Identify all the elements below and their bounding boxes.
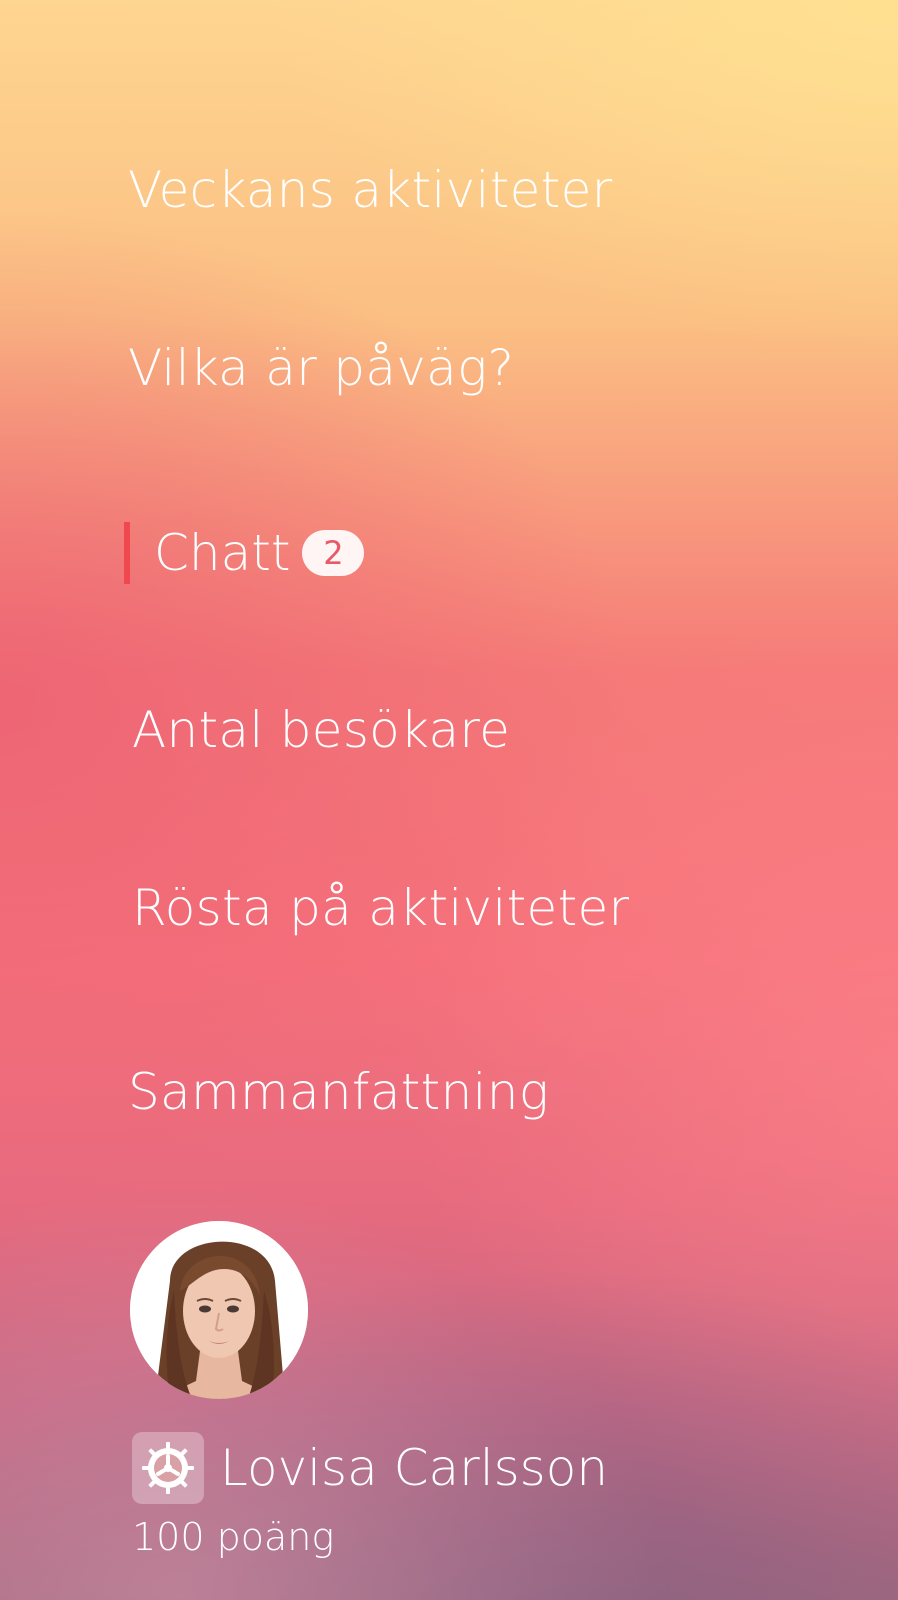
gear-icon [142,1442,194,1494]
profile-row: Lovisa Carlsson [132,1432,608,1504]
menu-item-veckans-aktiviteter[interactable]: Veckans aktiviteter [128,160,612,220]
menu-item-vilka-ar-pavag[interactable]: Vilka är påväg? [128,338,514,398]
avatar[interactable] [130,1221,308,1399]
user-points: 100 poäng [132,1515,335,1559]
menu-item-chatt[interactable]: Chatt 2 [124,522,365,584]
menu-item-chatt-label: Chatt [154,524,291,582]
menu-item-rosta-pa-aktiviteter[interactable]: Rösta på aktiviteter [132,878,629,938]
background-gradient [0,0,898,1600]
settings-button[interactable] [132,1432,204,1504]
unread-badge: 2 [302,530,365,576]
active-indicator [124,522,130,584]
menu-item-sammanfattning[interactable]: Sammanfattning [128,1062,549,1122]
user-name: Lovisa Carlsson [220,1439,609,1497]
menu-item-antal-besokare[interactable]: Antal besökare [132,700,510,760]
avatar-portrait [130,1221,308,1399]
